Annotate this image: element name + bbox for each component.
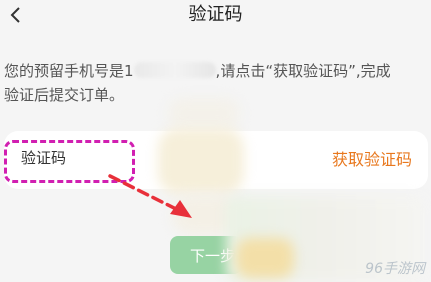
privacy-blur <box>158 128 244 194</box>
page-title: 验证码 <box>188 4 243 25</box>
notice-text-prefix: 您的预留手机号是1 <box>4 62 134 80</box>
highlight-annotation <box>4 140 135 183</box>
masked-phone-number <box>133 62 216 78</box>
privacy-blur <box>168 98 240 128</box>
watermark: 96手游网 <box>365 261 425 277</box>
top-bar: 验证码 <box>0 0 431 34</box>
privacy-blur <box>236 238 294 278</box>
notice-text-suffix: ,请点击“获取验证码”,完成 <box>215 62 391 80</box>
get-code-button[interactable]: 获取验证码 <box>332 146 412 170</box>
